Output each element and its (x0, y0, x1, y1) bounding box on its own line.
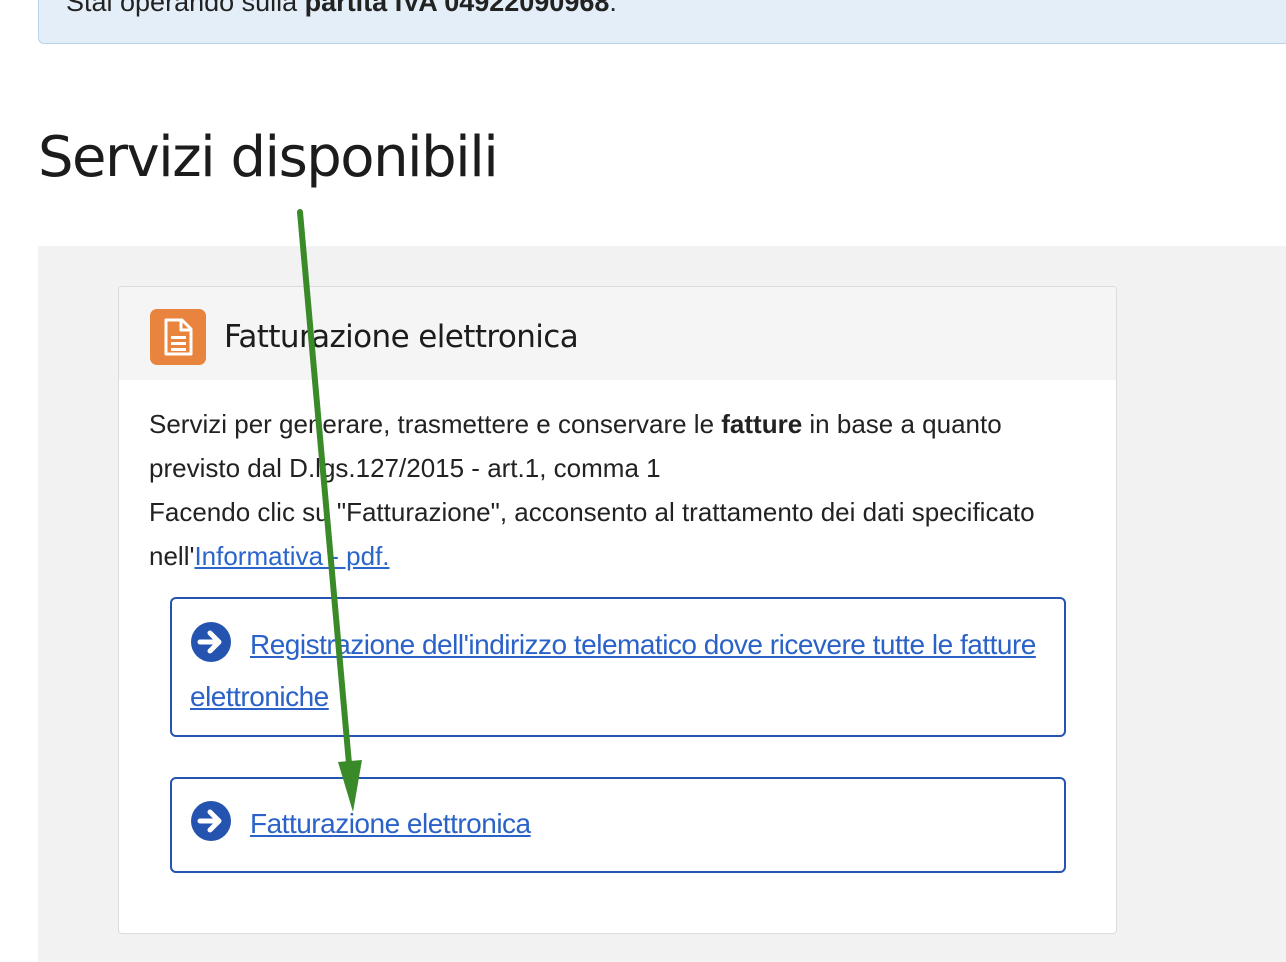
page-title: Servizi disponibili (38, 125, 499, 190)
card-title: Fatturazione elettronica (224, 319, 579, 355)
description-paragraph-2: Facendo clic su "Fatturazione", acconsen… (149, 497, 1035, 571)
informativa-pdf-link[interactable]: Informativa - pdf. (194, 541, 389, 571)
card-header: Fatturazione elettronica (119, 287, 1116, 380)
info-banner-text: Stai operando sulla partita IVA 04922090… (66, 0, 617, 17)
fatturazione-elettronica-box[interactable]: Fatturazione elettronica (170, 777, 1066, 873)
description-paragraph-1: Servizi per generare, trasmettere e cons… (149, 409, 1002, 483)
fatturazione-elettronica-label[interactable]: Fatturazione elettronica (250, 808, 531, 839)
document-icon (150, 309, 206, 365)
registrazione-indirizzo-box[interactable]: Registrazione dell'indirizzo telematico … (170, 597, 1066, 737)
registrazione-indirizzo-label[interactable]: Registrazione dell'indirizzo telematico … (190, 629, 1036, 712)
fatturazione-elettronica-link[interactable]: Fatturazione elettronica (190, 798, 1040, 850)
card-description: Servizi per generare, trasmettere e cons… (149, 402, 1099, 578)
service-card-fatturazione: Fatturazione elettronica Servizi per gen… (118, 286, 1117, 934)
partita-iva: partita IVA 04922090968 (304, 0, 610, 17)
arrow-right-circle-icon (191, 622, 231, 662)
arrow-right-circle-icon (191, 801, 231, 841)
registrazione-indirizzo-link[interactable]: Registrazione dell'indirizzo telematico … (190, 619, 1040, 723)
